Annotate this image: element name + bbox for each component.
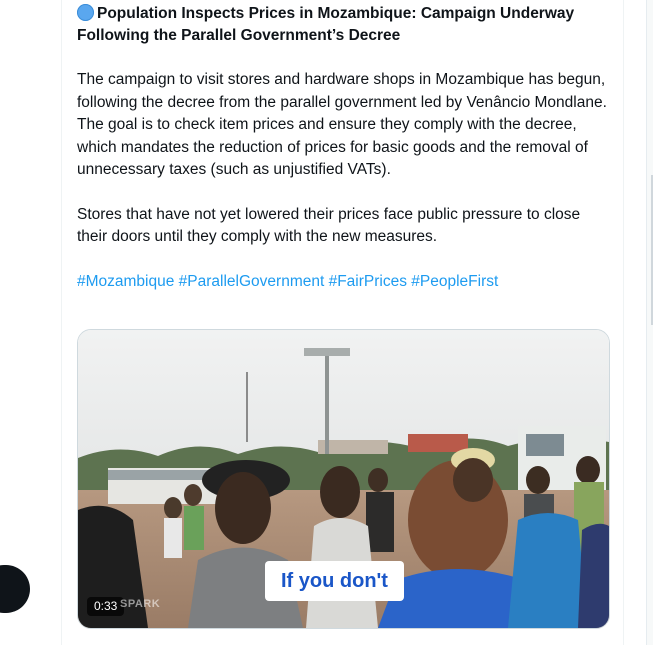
hashtag-link[interactable]: #Mozambique [77,273,174,290]
timeline-border-right [623,0,624,645]
timeline-border-left [61,0,62,645]
post-title-text: Population Inspects Prices in Mozambique… [77,5,575,44]
hashtag-link[interactable]: #PeopleFirst [411,273,498,290]
post-hashtags: #Mozambique #ParallelGovernment #FairPri… [77,271,612,293]
post-body: Population Inspects Prices in Mozambique… [77,0,612,293]
video-player[interactable]: If you don't 0:33 SPARK [77,329,610,629]
video-duration-badge: 0:33 [87,597,125,616]
video-caption: If you don't [265,561,404,601]
post-paragraph-1: The campaign to visit stores and hardwar… [77,71,607,178]
post-paragraph-2: Stores that have not yet lowered their p… [77,205,581,246]
scrollbar[interactable] [646,0,653,645]
blue-circle-icon [77,4,94,21]
hashtag-link[interactable]: #FairPrices [329,273,407,290]
post-title: Population Inspects Prices in Mozambique… [77,3,612,47]
hashtag-link[interactable]: #ParallelGovernment [179,273,325,290]
video-watermark: SPARK [120,598,161,610]
floating-action-button[interactable] [0,565,30,613]
